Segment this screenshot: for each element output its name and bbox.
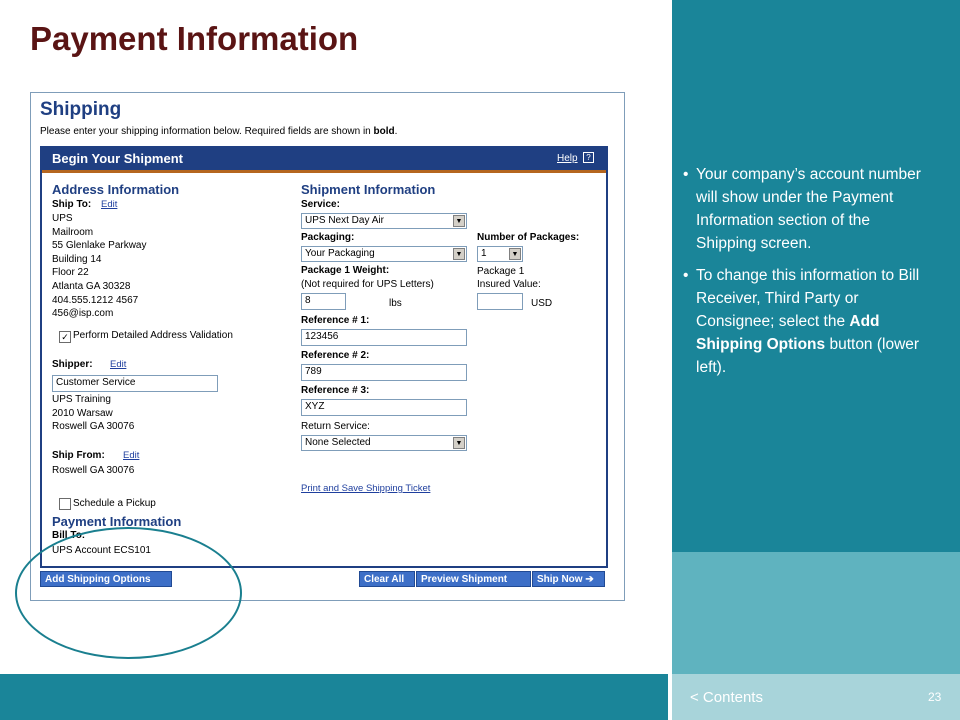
reference-1-label: Reference # 1: <box>301 315 370 326</box>
instructions-text: Please enter your shipping information b… <box>40 126 374 137</box>
address-line: Floor 22 <box>52 267 89 279</box>
num-packages-label: Number of Packages: <box>477 232 580 243</box>
service-select[interactable]: UPS Next Day Air ▼ <box>301 213 467 229</box>
shipping-screen: Shipping Please enter your shipping info… <box>30 92 625 601</box>
help-link[interactable]: Help <box>557 153 578 164</box>
address-line: 404.555.1212 4567 <box>52 294 139 306</box>
package-label: Package 1 <box>477 266 525 277</box>
service-value: UPS Next Day Air <box>305 215 384 226</box>
weight-unit: lbs <box>389 298 402 309</box>
form-title: Begin Your Shipment <box>52 151 183 166</box>
return-service-label: Return Service: <box>301 421 370 432</box>
dropdown-arrow-icon[interactable]: ▼ <box>453 215 465 227</box>
form-header: Begin Your Shipment Help ? <box>42 148 606 173</box>
right-sidebar-light-band <box>672 552 960 674</box>
address-line: 456@isp.com <box>52 308 114 320</box>
highlight-ellipse <box>15 527 242 659</box>
reference-3-label: Reference # 3: <box>301 385 370 396</box>
num-packages-select[interactable]: 1 ▼ <box>477 246 523 262</box>
weight-input[interactable]: 8 <box>301 293 346 310</box>
shipping-instructions: Please enter your shipping information b… <box>40 126 397 137</box>
weight-label: Package 1 Weight: <box>301 265 390 276</box>
page-number: 23 <box>928 690 942 704</box>
ship-to-address: UPS Mailroom 55 Glenlake Parkway Buildin… <box>52 212 147 321</box>
num-packages-value: 1 <box>481 248 487 259</box>
footer-band <box>0 674 672 720</box>
reference-2-label: Reference # 2: <box>301 350 370 361</box>
dropdown-arrow-icon[interactable]: ▼ <box>509 248 521 260</box>
print-ticket-link[interactable]: Print and Save Shipping Ticket <box>301 483 430 494</box>
arrow-right-icon: ➔ <box>585 574 594 585</box>
note-item: • To change this information to Bill Rec… <box>683 264 933 379</box>
note-text-prefix: To change this information to Bill Recei… <box>696 267 920 330</box>
ship-now-button[interactable]: Ship Now ➔ <box>532 571 605 587</box>
shipment-section-title: Shipment Information <box>301 182 436 197</box>
validation-checkbox-label: Perform Detailed Address Validation <box>73 330 233 341</box>
reference-1-input[interactable]: 123456 <box>301 329 467 346</box>
ship-now-label: Ship Now <box>537 574 583 585</box>
validation-checkbox[interactable]: ✓ <box>59 331 71 343</box>
address-line: Mailroom <box>52 226 94 238</box>
slide-title: Payment Information <box>30 20 359 57</box>
ship-from-label: Ship From: <box>52 450 105 461</box>
instructions-bold: bold <box>373 126 395 137</box>
address-section-title: Address Information <box>52 182 180 197</box>
ship-from-edit-link[interactable]: Edit <box>123 450 139 461</box>
address-line: UPS <box>52 213 73 224</box>
notes-list: • Your company’s account number will sho… <box>683 163 933 388</box>
preview-shipment-button[interactable]: Preview Shipment <box>416 571 531 587</box>
reference-3-input[interactable]: XYZ <box>301 399 467 416</box>
ship-from-address: Roswell GA 30076 <box>52 465 135 476</box>
address-line: 55 Glenlake Parkway <box>52 240 147 252</box>
ship-to-label: Ship To: <box>52 199 92 210</box>
weight-note: (Not required for UPS Letters) <box>301 279 434 290</box>
address-line: Roswell GA 30076 <box>52 421 135 433</box>
shipper-edit-link[interactable]: Edit <box>110 359 126 370</box>
help-icon[interactable]: ? <box>583 152 594 163</box>
address-line: 2010 Warsaw <box>52 407 113 419</box>
dropdown-arrow-icon[interactable]: ▼ <box>453 248 465 260</box>
note-text: Your company’s account number will show … <box>696 166 921 252</box>
service-label: Service: <box>301 199 340 210</box>
address-line: Building 14 <box>52 253 102 265</box>
shipper-address: UPS Training 2010 Warsaw Roswell GA 3007… <box>52 393 134 434</box>
note-item: • Your company’s account number will sho… <box>683 163 933 255</box>
pickup-checkbox-label: Schedule a Pickup <box>73 498 156 509</box>
insured-unit: USD <box>531 298 553 309</box>
ship-to-edit-link[interactable]: Edit <box>101 199 117 210</box>
packaging-value: Your Packaging <box>305 248 375 259</box>
contents-link[interactable]: < Contents <box>690 689 763 706</box>
packaging-label: Packaging: <box>301 232 355 243</box>
bullet-icon: • <box>683 267 689 284</box>
insured-value-input[interactable] <box>477 293 523 310</box>
bullet-icon: • <box>683 166 689 183</box>
pickup-checkbox[interactable] <box>59 498 71 510</box>
instructions-suffix: . <box>394 126 398 137</box>
shipping-heading: Shipping <box>40 99 122 120</box>
shipper-name-input[interactable]: Customer Service <box>52 375 218 392</box>
address-line: UPS Training <box>52 394 111 405</box>
divider <box>668 0 672 720</box>
insured-value-label: Insured Value: <box>477 279 541 290</box>
shipment-form: Begin Your Shipment Help ? Address Infor… <box>40 146 608 568</box>
address-line: Atlanta GA 30328 <box>52 280 131 292</box>
packaging-select[interactable]: Your Packaging ▼ <box>301 246 467 262</box>
dropdown-arrow-icon[interactable]: ▼ <box>453 437 465 449</box>
return-service-select[interactable]: None Selected ▼ <box>301 435 467 451</box>
reference-2-input[interactable]: 789 <box>301 364 467 381</box>
clear-all-button[interactable]: Clear All <box>359 571 415 587</box>
return-service-value: None Selected <box>305 437 371 448</box>
shipper-label: Shipper: <box>52 359 93 370</box>
